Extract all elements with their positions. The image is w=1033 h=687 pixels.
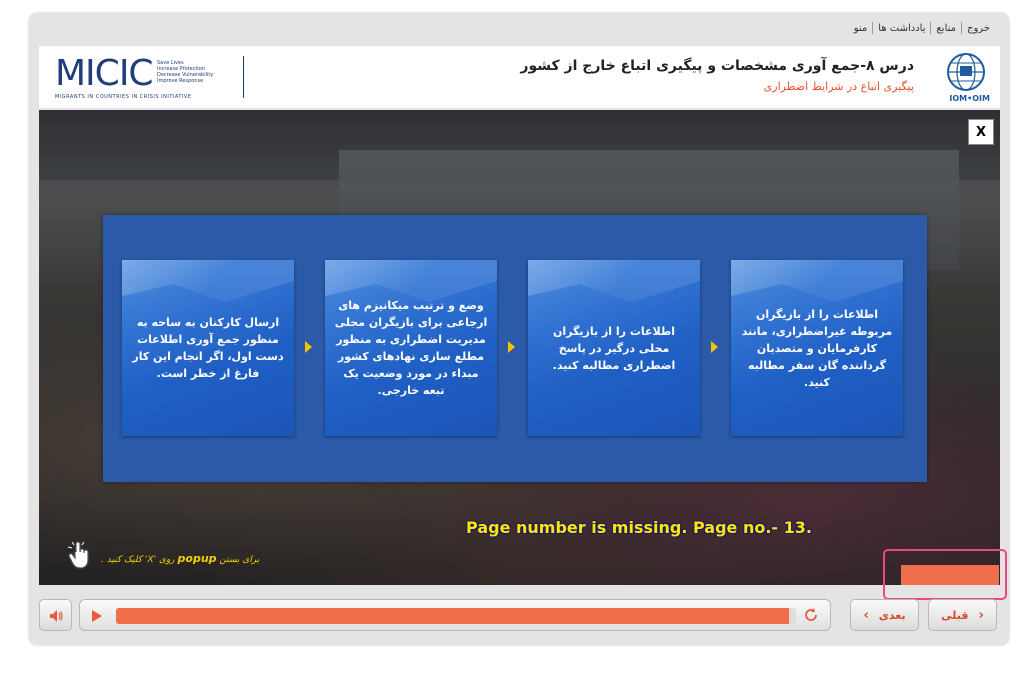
step-card-2: اطلاعات را از بازیگران محلی درگیر در پاس… xyxy=(528,260,700,436)
popup-close-button[interactable]: X xyxy=(968,119,994,145)
chevron-right-icon xyxy=(711,341,718,353)
step-card-text: وضع و ترتیب میکانیزم های ارجاعی برای باز… xyxy=(334,299,488,397)
info-popup: ارسال کارکنان به ساحه به منظور جمع آوری … xyxy=(103,215,927,482)
page-title: درس ۸-جمع آوری مشخصات و پیگیری اتباع خار… xyxy=(520,58,914,74)
next-button[interactable]: بعدی › xyxy=(850,599,919,631)
nav-separator xyxy=(872,22,874,34)
refresh-icon[interactable] xyxy=(802,606,820,624)
next-button-label: بعدی xyxy=(878,608,906,622)
iom-logo-text: IOM•OIM xyxy=(949,94,990,103)
step-card-4: ارسال کارکنان به ساحه به منظور جمع آوری … xyxy=(122,260,294,436)
review-highlight-box xyxy=(883,549,1007,600)
course-header: MICIC Save Lives Increase Protection Dec… xyxy=(39,46,1000,108)
close-popup-hint: برای بستن popup روی 'X' کلیک کنید . xyxy=(101,552,260,565)
speaker-icon xyxy=(50,610,63,622)
content-stage: X ارسال کارکنان به ساحه به منظور جمع آور… xyxy=(39,110,1000,585)
playback-bar xyxy=(79,599,831,631)
previous-button-label: قبلی xyxy=(941,608,969,622)
logo-divider xyxy=(243,56,244,98)
top-navigation: خروج منابع یادداشت ها منو xyxy=(849,19,995,37)
micic-logo-subtitle: MIGRANTS IN COUNTRIES IN CRISIS INITIATI… xyxy=(55,94,192,100)
micic-logo-word: MICIC xyxy=(55,53,154,94)
step-card-text: اطلاعات را از بازیگران مربوطه غیراضطراری… xyxy=(741,307,893,389)
progress-track[interactable] xyxy=(116,608,796,624)
hand-pointer-icon xyxy=(67,541,89,569)
micic-logo-tagline: Save Lives Increase Protection Decrease … xyxy=(157,60,214,84)
step-card-text: اطلاعات را از بازیگران محلی درگیر در پاس… xyxy=(552,324,676,372)
nav-resources[interactable]: منابع xyxy=(931,23,961,34)
chevron-right-icon: › xyxy=(863,607,869,623)
review-annotation: Page number is missing. Page no.- 13. xyxy=(466,518,812,537)
step-card-text: ارسال کارکنان به ساحه به منظور جمع آوری … xyxy=(132,316,284,380)
chevron-right-icon xyxy=(305,341,312,353)
nav-notes[interactable]: یادداشت ها xyxy=(873,23,930,34)
nav-separator xyxy=(961,22,963,34)
nav-menu[interactable]: منو xyxy=(849,23,873,34)
nav-separator xyxy=(930,22,932,34)
micic-logo: MICIC Save Lives Increase Protection Dec… xyxy=(55,52,255,102)
step-card-1: اطلاعات را از بازیگران مربوطه غیراضطراری… xyxy=(731,260,903,436)
player-controls: بعدی › ‹ قبلی xyxy=(39,598,1000,634)
chevron-right-icon xyxy=(508,341,515,353)
page-subtitle: پیگیری اتباع در شرایط اضطراری xyxy=(763,80,914,93)
play-icon[interactable] xyxy=(92,610,102,622)
sound-button[interactable] xyxy=(39,599,72,631)
nav-exit[interactable]: خروج xyxy=(962,23,995,34)
progress-fill xyxy=(116,608,790,624)
chevron-left-icon: ‹ xyxy=(978,607,984,623)
previous-button[interactable]: ‹ قبلی xyxy=(928,599,997,631)
step-card-3: وضع و ترتیب میکانیزم های ارجاعی برای باز… xyxy=(325,260,497,436)
